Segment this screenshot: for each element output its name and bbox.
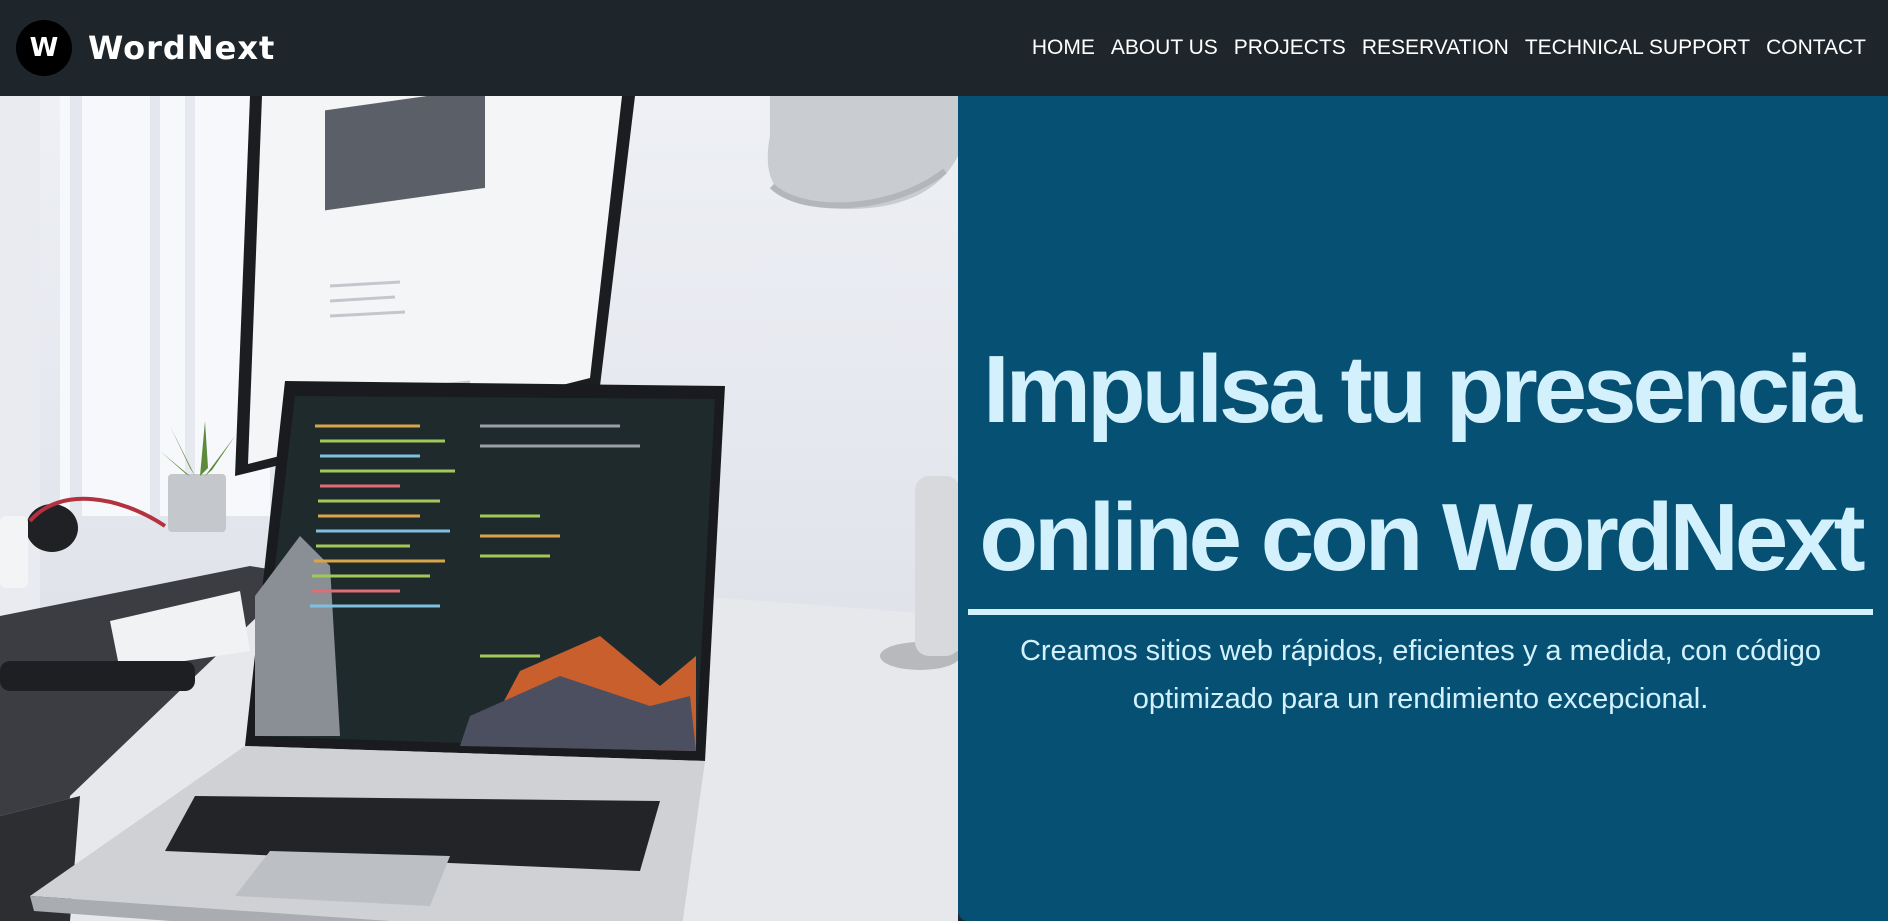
hero-panel: Impulsa tu presencia online con WordNext… bbox=[958, 96, 1888, 921]
brand-link[interactable]: W WordNext bbox=[16, 20, 275, 76]
hero-subtitle: Creamos sitios web rápidos, eficientes y… bbox=[1019, 635, 1822, 715]
nav-link-home[interactable]: HOME bbox=[1032, 36, 1095, 60]
nav-link-reservation[interactable]: RESERVATION bbox=[1362, 36, 1509, 60]
brand-logo-icon: W bbox=[16, 20, 72, 76]
nav-link-contact[interactable]: CONTACT bbox=[1766, 36, 1866, 60]
hero-title: Impulsa tu presencia online con WordNext bbox=[979, 336, 1865, 591]
brand-name: WordNext bbox=[88, 29, 276, 67]
navbar: W WordNext HOME ABOUT US PROJECTS RESERV… bbox=[0, 0, 1888, 96]
main-nav: HOME ABOUT US PROJECTS RESERVATION TECHN… bbox=[1032, 36, 1866, 60]
desk-workspace-illustration bbox=[0, 96, 958, 921]
nav-link-projects[interactable]: PROJECTS bbox=[1234, 36, 1346, 60]
page: W WordNext HOME ABOUT US PROJECTS RESERV… bbox=[0, 0, 1888, 921]
hero-divider bbox=[968, 609, 1873, 615]
nav-link-about-us[interactable]: ABOUT US bbox=[1111, 36, 1218, 60]
nav-link-technical-support[interactable]: TECHNICAL SUPPORT bbox=[1525, 36, 1750, 60]
hero-image bbox=[0, 96, 958, 921]
